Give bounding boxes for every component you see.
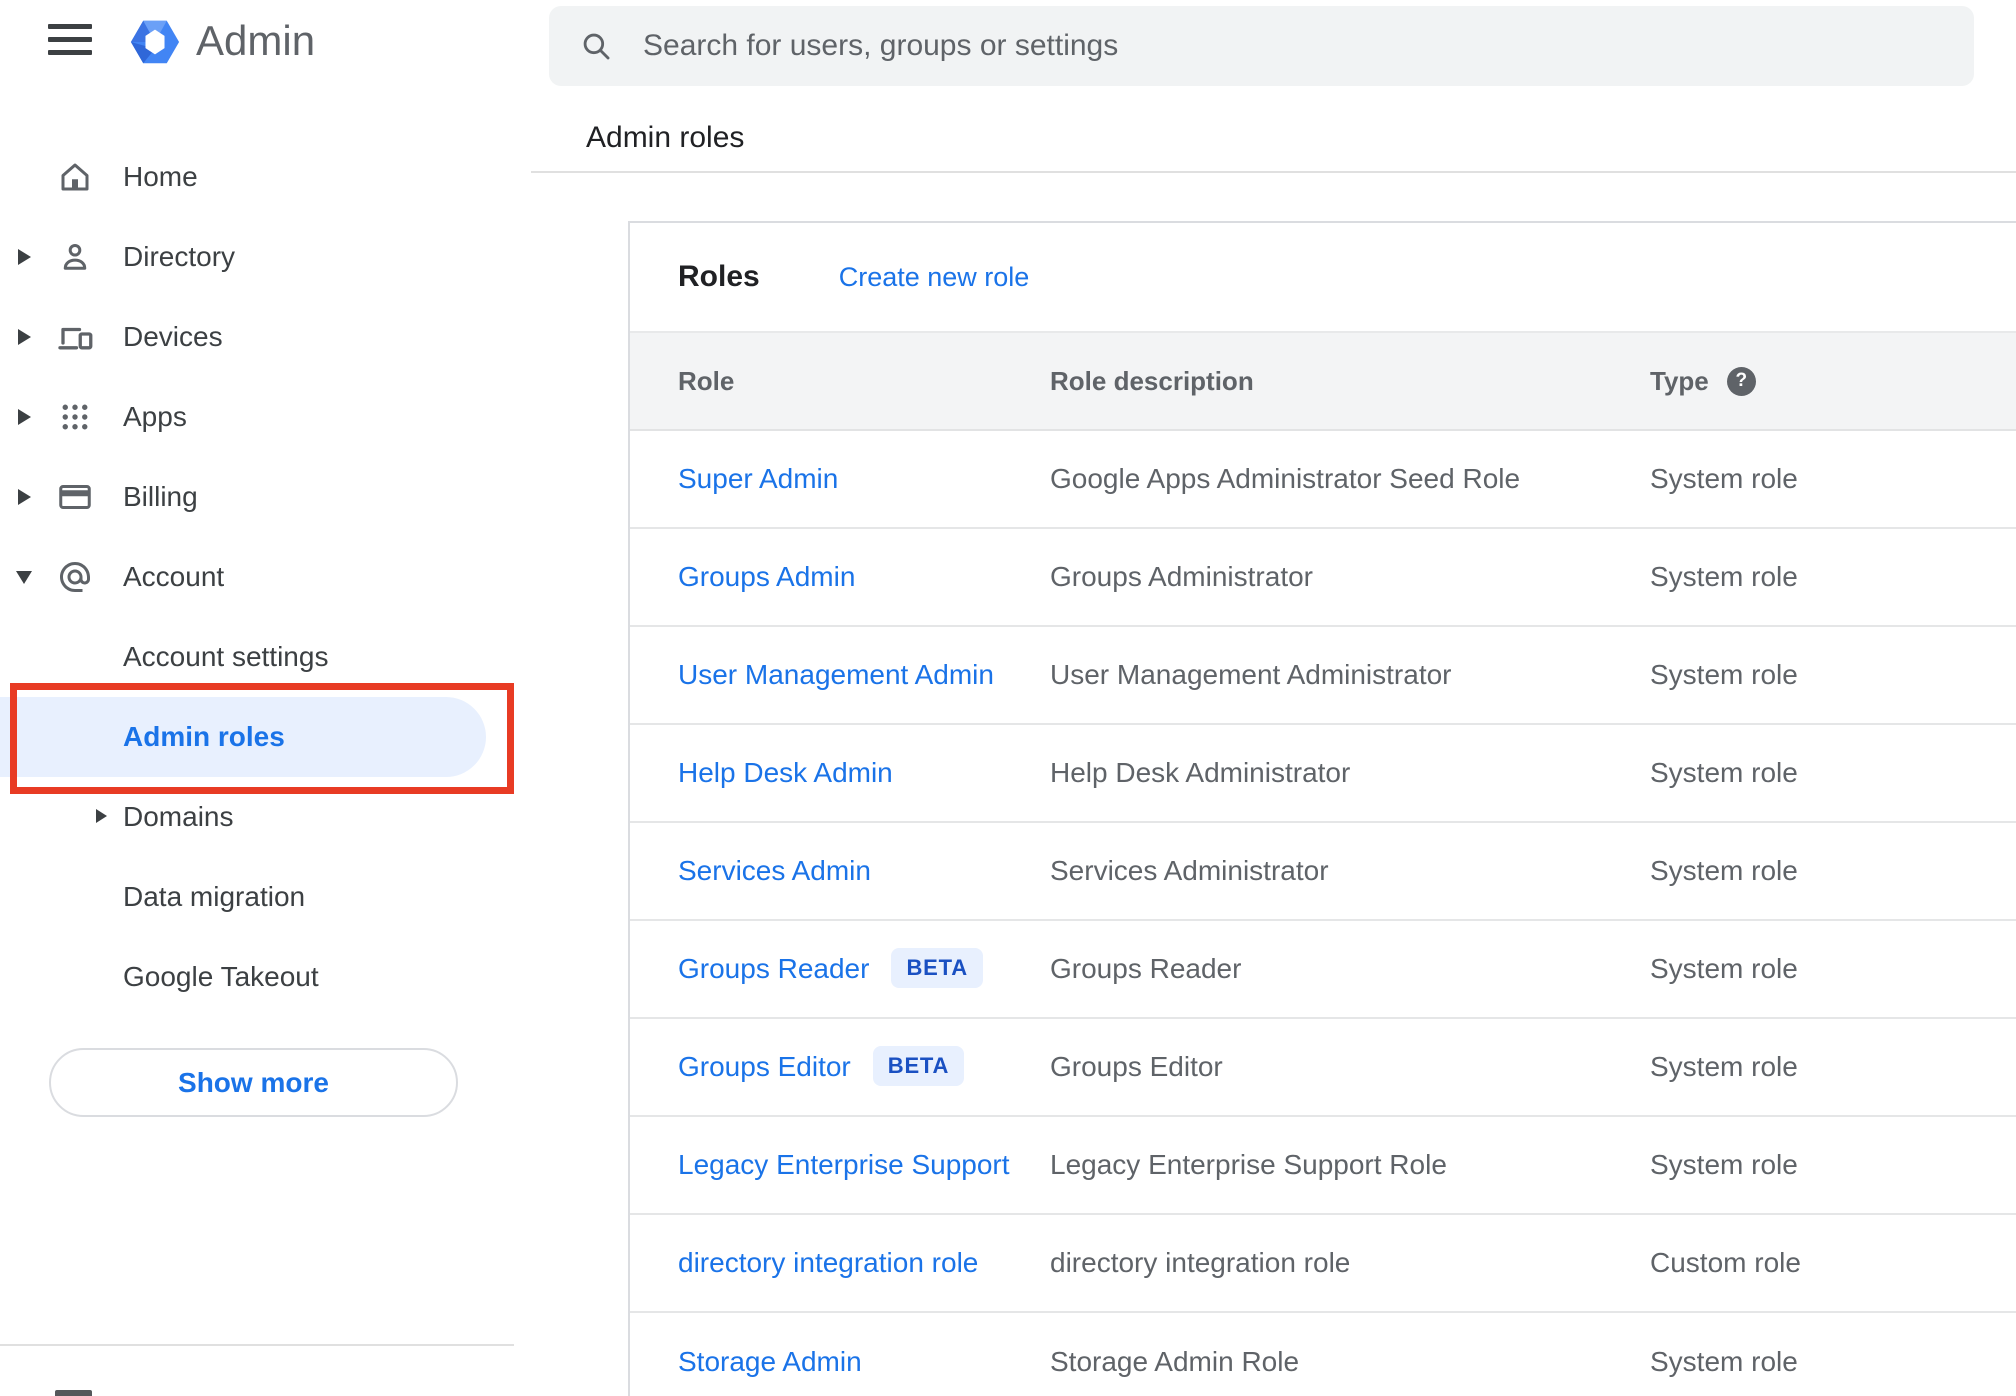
role-type: System role — [1650, 659, 1798, 690]
search-bar[interactable] — [549, 6, 1974, 86]
role-link[interactable]: Storage Admin — [678, 1346, 862, 1378]
role-description: Groups Administrator — [1050, 561, 1313, 592]
role-link[interactable]: Groups Editor — [678, 1051, 851, 1083]
person-icon — [57, 239, 93, 275]
roles-card: Roles Create new role Role Role descript… — [628, 221, 2016, 1396]
sidebar-item-label: Directory — [123, 241, 236, 272]
column-header-role: Role — [678, 365, 735, 396]
sidebar-nav: Home Directory Devices Apps Billing Acco… — [0, 137, 531, 617]
column-header-type: Type — [1650, 365, 1709, 396]
roles-table-body: Super Admin Google Apps Administrator See… — [630, 431, 2016, 1396]
table-row: Services Admin Services Administrator Syst… — [630, 823, 2016, 921]
admin-logo-icon — [130, 20, 180, 64]
sidebar-bottom-divider — [0, 1344, 514, 1346]
product-name: Admin — [196, 17, 316, 64]
role-description: Help Desk Administrator — [1050, 757, 1351, 788]
column-header-role-description: Role description — [1050, 365, 1254, 396]
sidebar-item-domains[interactable]: Domains — [0, 777, 531, 857]
sidebar-item-account-settings[interactable]: Account settings — [0, 617, 531, 697]
sidebar-item-label: Apps — [123, 401, 187, 432]
expand-arrow-icon[interactable] — [16, 329, 32, 345]
role-link[interactable]: Help Desk Admin — [678, 757, 893, 789]
sidebar-item-account[interactable]: Account — [0, 537, 531, 617]
search-icon — [583, 33, 610, 60]
expand-arrow-icon[interactable] — [16, 409, 32, 425]
beta-badge: BETA — [872, 1046, 965, 1086]
credit-card-icon — [57, 479, 93, 515]
home-icon — [57, 159, 93, 195]
role-description: directory integration role — [1050, 1247, 1351, 1278]
question-mark-help-icon[interactable]: ? — [1726, 366, 1756, 396]
role-type: System role — [1650, 561, 1798, 592]
expand-arrow-icon[interactable] — [16, 249, 32, 265]
sidebar-item-label: Devices — [123, 321, 223, 352]
table-row: Legacy Enterprise Support Legacy Enterpri… — [630, 1117, 2016, 1215]
sidebar-item-directory[interactable]: Directory — [0, 217, 531, 297]
role-link[interactable]: Groups Reader — [678, 953, 869, 985]
search-input[interactable] — [643, 29, 1974, 63]
apps-grid-icon — [57, 399, 93, 435]
beta-badge: BETA — [891, 948, 983, 988]
role-link[interactable]: Legacy Enterprise Support — [678, 1149, 1010, 1181]
sidebar-item-label: Domains — [123, 801, 234, 832]
header-divider — [531, 171, 2016, 173]
role-description: Google Apps Administrator Seed Role — [1050, 463, 1521, 494]
expand-arrow-icon[interactable] — [96, 809, 107, 823]
table-row: User Management Admin User Management Adm… — [630, 627, 2016, 725]
role-description: Groups Reader — [1050, 953, 1242, 984]
sidebar-item-admin-roles[interactable]: Admin roles — [0, 697, 486, 777]
sidebar-item-devices[interactable]: Devices — [0, 297, 531, 377]
roles-card-header: Roles Create new role — [630, 223, 2016, 333]
role-type: System role — [1650, 953, 1798, 984]
role-type: Custom role — [1650, 1247, 1801, 1278]
role-type: System role — [1650, 1346, 1798, 1377]
role-description: User Management Administrator — [1050, 659, 1452, 690]
breadcrumb: Admin roles — [586, 121, 745, 154]
sidebar-item-apps[interactable]: Apps — [0, 377, 531, 457]
table-row: Groups Editor BETA Groups Editor System rol… — [630, 1019, 2016, 1117]
sidebar: Admin Home Directory Devices Apps Billin… — [0, 0, 531, 1396]
role-type: System role — [1650, 1149, 1798, 1180]
show-more-button[interactable]: Show more — [49, 1048, 458, 1117]
role-type: System role — [1650, 757, 1798, 788]
card-title: Roles — [678, 260, 760, 293]
sidebar-item-google-takeout[interactable]: Google Takeout — [0, 937, 531, 1017]
table-row: Help Desk Admin Help Desk Administrator Sy… — [630, 725, 2016, 823]
table-header-row: Role Role description Type ? — [630, 333, 2016, 431]
role-link[interactable]: directory integration role — [678, 1247, 978, 1279]
role-link[interactable]: Services Admin — [678, 855, 871, 887]
at-sign-icon — [57, 559, 93, 595]
role-description: Legacy Enterprise Support Role — [1050, 1149, 1447, 1180]
role-type: System role — [1650, 1051, 1798, 1082]
role-description: Groups Editor — [1050, 1051, 1223, 1082]
table-row: directory integration role directory inte… — [630, 1215, 2016, 1313]
sidebar-item-billing[interactable]: Billing — [0, 457, 531, 537]
sidebar-header: Admin — [0, 0, 531, 137]
hamburger-menu-icon[interactable] — [48, 24, 92, 56]
table-row: Storage Admin Storage Admin Role System ro… — [630, 1313, 2016, 1396]
role-description: Services Administrator — [1050, 855, 1329, 886]
sidebar-item-home[interactable]: Home — [0, 137, 531, 217]
role-link[interactable]: Groups Admin — [678, 561, 855, 593]
sidebar-item-label: Account — [123, 561, 225, 592]
sidebar-item-label: Home — [123, 161, 198, 192]
create-new-role-link[interactable]: Create new role — [839, 262, 1030, 293]
role-type: System role — [1650, 855, 1798, 886]
role-description: Storage Admin Role — [1050, 1346, 1300, 1377]
sidebar-item-data-migration[interactable]: Data migration — [0, 857, 531, 937]
sidebar-item-label: Billing — [123, 481, 198, 512]
role-type: System role — [1650, 463, 1798, 494]
main-content: Admin roles Roles Create new role Role R… — [531, 0, 2016, 1396]
table-row: Super Admin Google Apps Administrator See… — [630, 431, 2016, 529]
devices-icon — [57, 319, 93, 355]
collapse-arrow-icon[interactable] — [16, 570, 32, 584]
table-row: Groups Reader BETA Groups Reader System rol… — [630, 921, 2016, 1019]
table-row: Groups Admin Groups Administrator System r… — [630, 529, 2016, 627]
role-link[interactable]: User Management Admin — [678, 659, 994, 691]
partial-icon — [55, 1390, 92, 1396]
role-link[interactable]: Super Admin — [678, 463, 838, 495]
expand-arrow-icon[interactable] — [16, 489, 32, 505]
account-submenu: Account settings Admin roles Domains Dat… — [0, 617, 531, 1017]
